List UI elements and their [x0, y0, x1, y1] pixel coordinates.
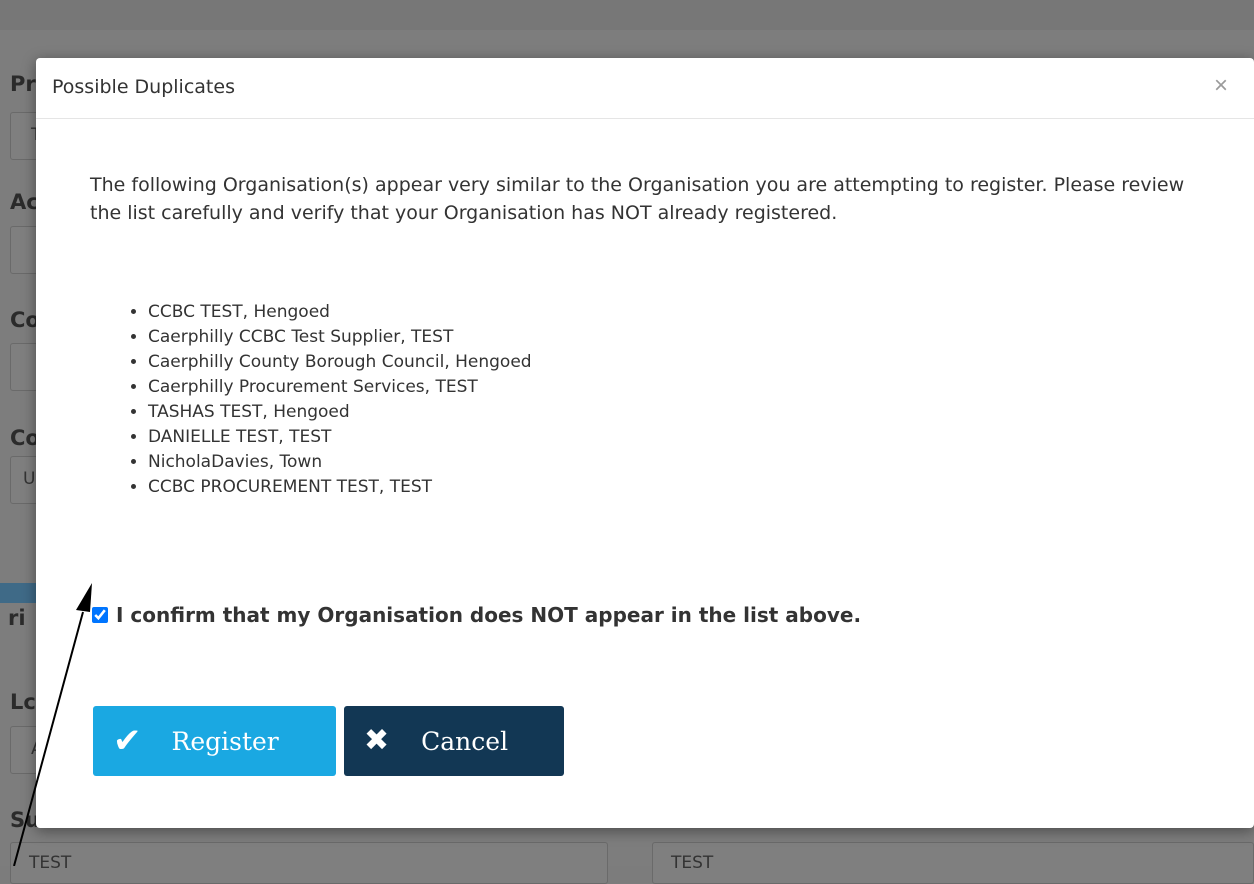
register-button[interactable]: ✔ Register	[93, 706, 336, 776]
background-input: TEST	[10, 842, 608, 884]
possible-duplicates-modal: Possible Duplicates × The following Orga…	[36, 58, 1254, 828]
list-item: DANIELLE TEST, TEST	[148, 425, 532, 450]
list-item: CCBC PROCUREMENT TEST, TEST	[148, 475, 532, 500]
modal-header: Possible Duplicates ×	[36, 58, 1254, 119]
cancel-button[interactable]: ✖ Cancel	[344, 706, 564, 776]
list-item: Caerphilly Procurement Services, TEST	[148, 375, 532, 400]
intro-text: The following Organisation(s) appear ver…	[90, 174, 1185, 224]
background-top-bar	[0, 0, 1254, 30]
confirm-label: I confirm that my Organisation does NOT …	[116, 603, 862, 627]
list-item: CCBC TEST, Hengoed	[148, 300, 532, 325]
list-item: NicholaDavies, Town	[148, 450, 532, 475]
list-item: Caerphilly County Borough Council, Hengo…	[148, 350, 532, 375]
modal-title: Possible Duplicates	[52, 76, 235, 98]
close-button[interactable]: ×	[1214, 74, 1228, 98]
background-label: Pr	[10, 72, 36, 96]
background-label: Lc	[10, 690, 36, 714]
background-label: ri	[8, 606, 26, 630]
duplicates-list: CCBC TEST, Hengoed Caerphilly CCBC Test …	[128, 300, 532, 500]
cancel-label: Cancel	[421, 726, 509, 756]
confirm-checkbox[interactable]	[92, 607, 108, 623]
background-label: Ac	[10, 190, 39, 214]
confirm-row[interactable]: I confirm that my Organisation does NOT …	[92, 603, 861, 627]
background-input: TEST	[652, 842, 1254, 884]
register-label: Register	[171, 726, 279, 756]
x-icon: ✖	[364, 723, 390, 758]
list-item: TASHAS TEST, Hengoed	[148, 400, 532, 425]
list-item: Caerphilly CCBC Test Supplier, TEST	[148, 325, 532, 350]
check-icon: ✔	[113, 721, 142, 761]
